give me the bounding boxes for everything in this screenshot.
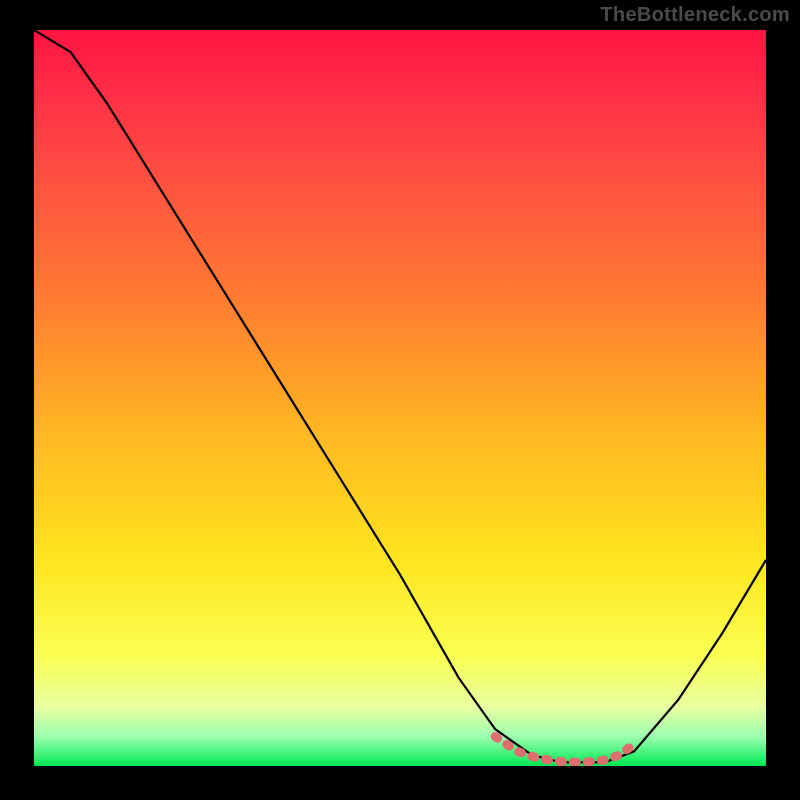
plot-area	[34, 30, 766, 766]
chart-frame: TheBottleneck.com	[0, 0, 800, 800]
valley-marker	[495, 737, 634, 763]
bottleneck-curve	[34, 30, 766, 762]
curve-layer	[34, 30, 766, 766]
watermark-label: TheBottleneck.com	[600, 4, 790, 27]
